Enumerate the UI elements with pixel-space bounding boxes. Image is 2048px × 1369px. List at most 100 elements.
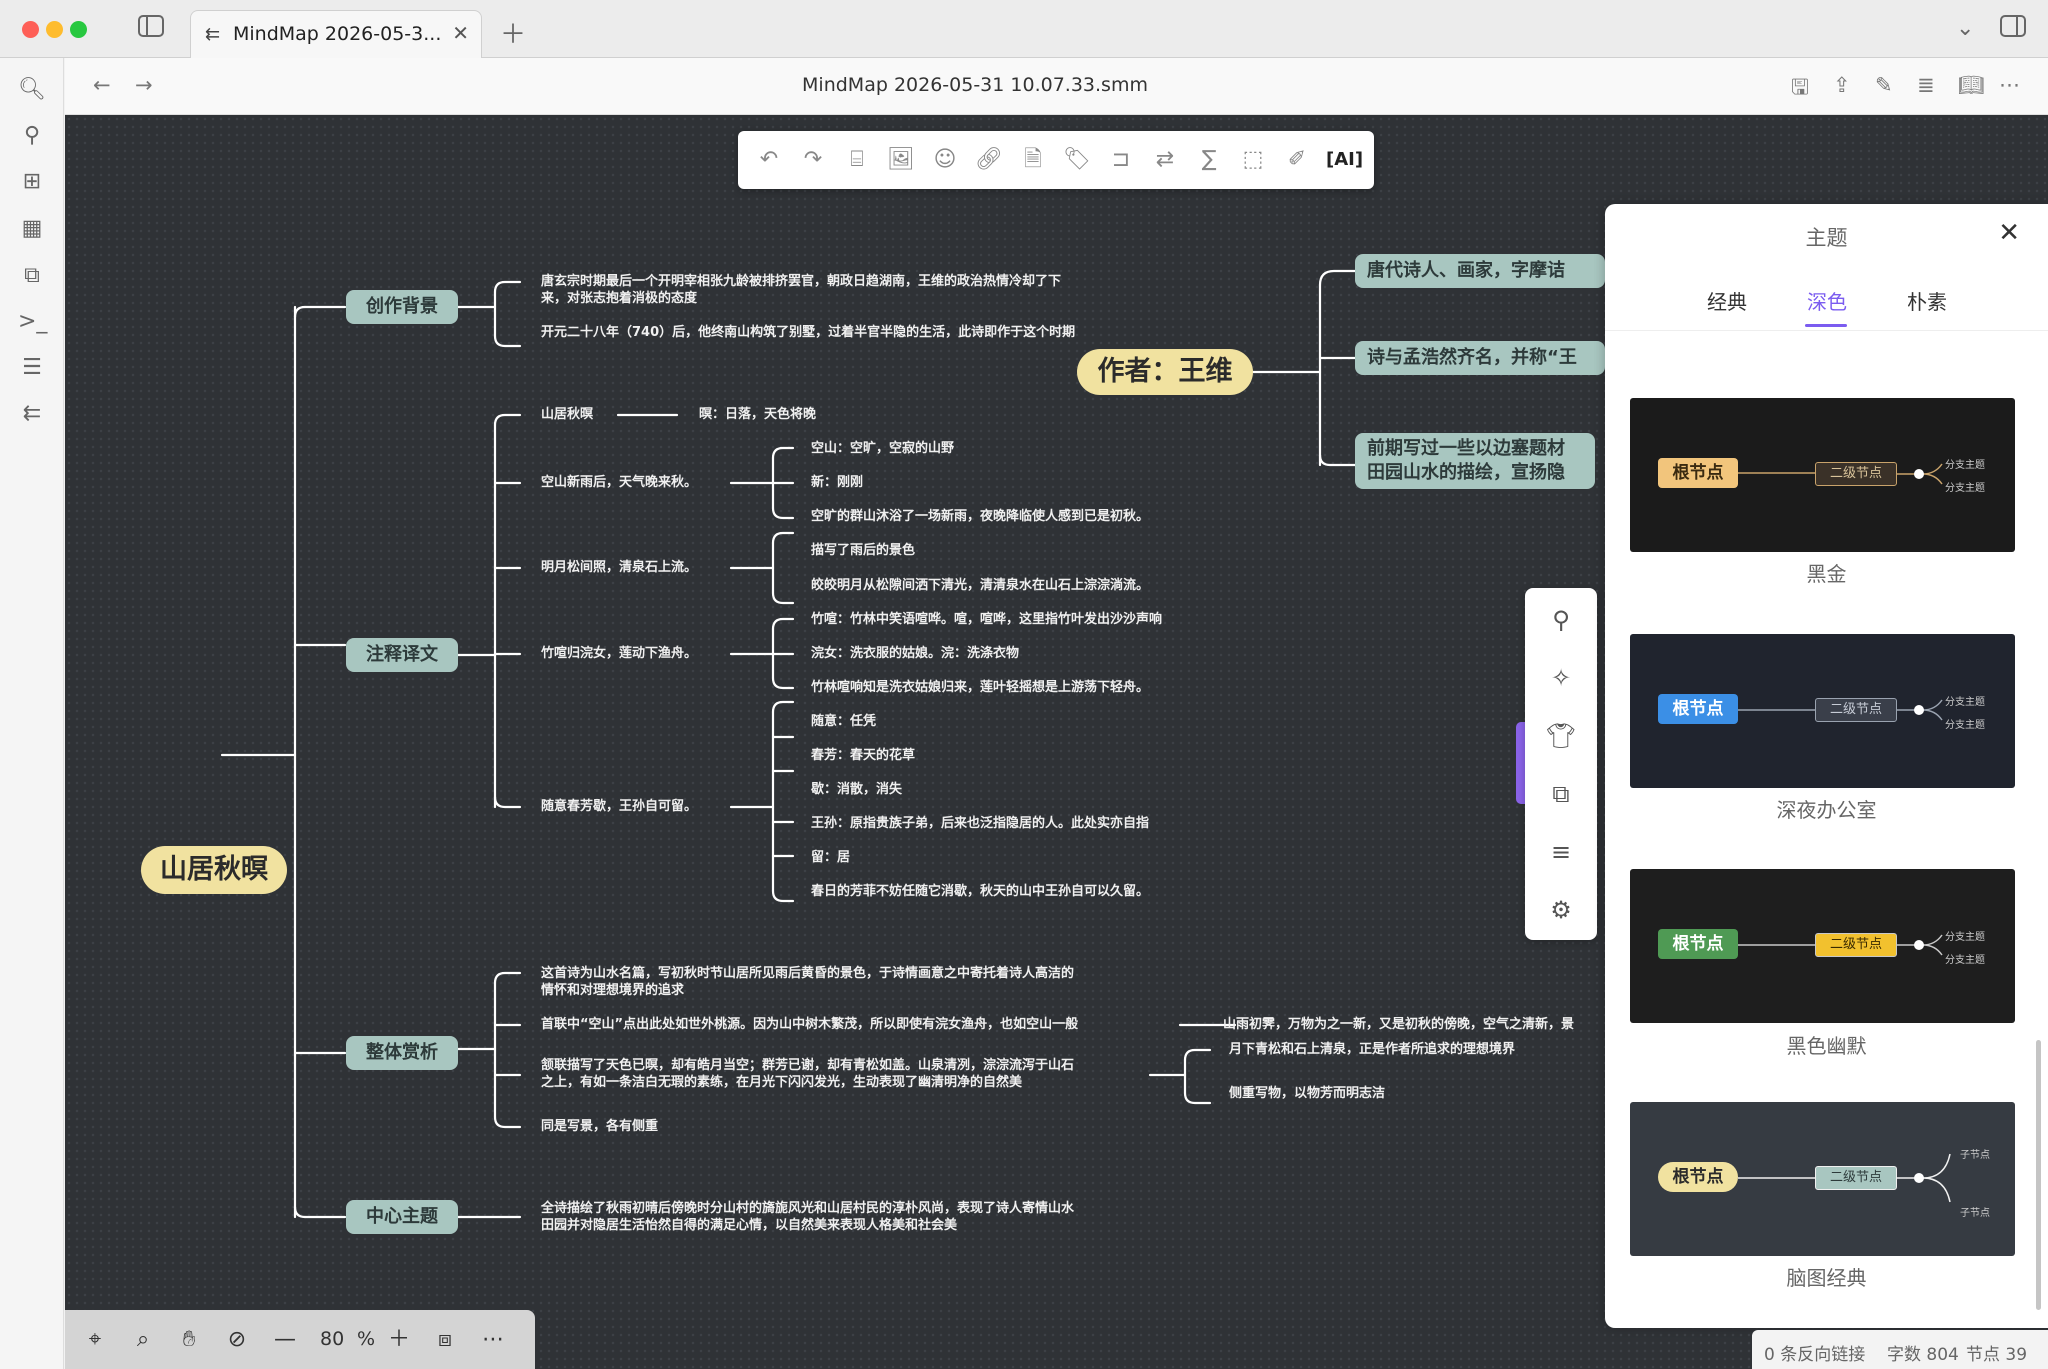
- branch-node-theme[interactable]: 中心主题: [346, 1200, 458, 1234]
- author-node[interactable]: 作者：王维: [1077, 349, 1253, 395]
- save-icon[interactable]: 🖫: [1791, 73, 1809, 108]
- text-node[interactable]: 侧重写物，以物芳而明志洁: [1229, 1085, 1385, 1102]
- pin-icon[interactable]: ⚲: [1545, 604, 1577, 636]
- text-node[interactable]: 暝：日落，天色将晚: [699, 406, 816, 423]
- annotation-pen-icon[interactable]: ✐: [1282, 145, 1312, 175]
- magic-wand-icon[interactable]: ✧: [1545, 662, 1577, 694]
- text-node[interactable]: 竹林喧响知是洗衣姑娘归来，莲叶轻摇想是上游荡下轻舟。: [811, 679, 1149, 696]
- more-options-icon[interactable]: ⋯: [1999, 73, 2020, 97]
- text-node[interactable]: 王孙：原指贵族子弟，后来也泛指隐居的人。此处实亦自指: [811, 815, 1149, 832]
- export-icon[interactable]: ⇪: [1833, 73, 1851, 97]
- emoji-icon[interactable]: ☺: [930, 145, 960, 175]
- new-tab-icon[interactable]: ＋: [500, 14, 526, 51]
- text-node[interactable]: 空旷的群山沐浴了一场新雨，夜晚降临使人感到已是初秋。: [811, 508, 1149, 525]
- theme-shirt-icon[interactable]: 👕︎: [1545, 720, 1577, 752]
- root-node[interactable]: 山居秋暝: [141, 846, 287, 894]
- chevron-down-icon[interactable]: ⌄: [1956, 16, 1974, 41]
- text-node[interactable]: 山居秋暝: [541, 406, 593, 423]
- author-child-node[interactable]: 诗与孟浩然齐名，并称“王: [1355, 341, 1605, 375]
- theme-card[interactable]: 根节点 二级节点 分支主题 分支主题: [1630, 634, 2015, 788]
- copy-icon[interactable]: ⧉: [18, 262, 46, 290]
- link-icon[interactable]: 🔗︎: [974, 145, 1004, 175]
- author-child-node[interactable]: 唐代诗人、画家，字摩诘: [1355, 254, 1605, 288]
- undo-icon[interactable]: ↶: [754, 145, 784, 175]
- calendar-icon[interactable]: ▦: [18, 215, 46, 243]
- compass-icon[interactable]: ⊘: [223, 1326, 251, 1354]
- note-icon[interactable]: 🗎: [1018, 145, 1048, 175]
- zoom-in-icon[interactable]: ＋: [385, 1326, 413, 1354]
- text-node[interactable]: 竹喧：竹林中笑语喧哗。喧，喧哗，这里指竹叶发出沙沙声响: [811, 611, 1162, 628]
- zoom-level[interactable]: 80: [320, 1328, 344, 1350]
- settings-icon[interactable]: ⚙: [1545, 894, 1577, 926]
- outline-list-icon[interactable]: ≡: [1545, 836, 1577, 868]
- theme-card[interactable]: 根节点 二级节点 分支主题 分支主题: [1630, 398, 2015, 552]
- edit-icon[interactable]: ✎: [1875, 73, 1893, 97]
- close-window-button[interactable]: [22, 21, 39, 38]
- outline-icon[interactable]: ≣: [1917, 73, 1935, 97]
- text-node[interactable]: 空山新雨后，天气晚来秋。: [541, 474, 697, 491]
- text-node[interactable]: 随意：任凭: [811, 713, 876, 730]
- text-node[interactable]: 歇：消散，消失: [811, 781, 902, 798]
- theme-card[interactable]: 根节点 二级节点 子节点 子节点: [1630, 1102, 2015, 1256]
- text-node[interactable]: 皎皎明月从松隙间洒下清光，清清泉水在山石上淙淙淌流。: [811, 577, 1149, 594]
- more-icon[interactable]: ⋯: [479, 1326, 507, 1354]
- zoom-out-icon[interactable]: —: [271, 1326, 299, 1354]
- text-node[interactable]: 留：居: [811, 849, 850, 866]
- branch-node-background[interactable]: 创作背景: [346, 290, 458, 324]
- hand-icon[interactable]: ✋︎: [175, 1326, 203, 1354]
- text-node[interactable]: 这首诗为山水名篇，写初秋时节山居所见雨后黄昏的景色，于诗情画意之中寄托着诗人高洁…: [541, 965, 1074, 999]
- branch-node-annotation[interactable]: 注释译文: [346, 638, 458, 672]
- branch-node-appreciation[interactable]: 整体赏析: [346, 1036, 458, 1070]
- relation-line-icon[interactable]: ⇄: [1150, 145, 1180, 175]
- text-node[interactable]: 新：刚刚: [811, 474, 863, 491]
- book-icon[interactable]: 📖︎: [1958, 73, 1985, 98]
- maximize-window-button[interactable]: [70, 21, 87, 38]
- text-node[interactable]: 唐玄宗时期最后一个开明宰相张九龄被排挤罢官，朝政日趋湖南，王维的政治热情冷却了下…: [541, 273, 1061, 307]
- text-node[interactable]: 首联中“空山”点出此处如世外桃源。因为山中树木繁茂，所以即使有浣女渔舟，也如空山…: [541, 1016, 1078, 1033]
- text-node[interactable]: 春芳：春天的花草: [811, 747, 915, 764]
- formula-icon[interactable]: ∑: [1194, 145, 1224, 175]
- text-node[interactable]: 月下青松和石上清泉，正是作者所追求的理想境界: [1229, 1041, 1515, 1058]
- terminal-icon[interactable]: >_: [18, 308, 47, 336]
- graph-icon[interactable]: ⚲: [18, 122, 46, 150]
- locate-center-icon[interactable]: ⌖: [81, 1326, 109, 1354]
- outer-frame-icon[interactable]: ⬚: [1238, 145, 1268, 175]
- text-node[interactable]: 开元二十八年（740）后，他终南山构筑了别墅，过着半官半隐的生活，此诗即作于这个…: [541, 324, 1075, 341]
- text-node[interactable]: 描写了雨后的景色: [811, 542, 915, 559]
- close-tab-icon[interactable]: ✕: [452, 21, 469, 45]
- mindmap-outline-icon[interactable]: ⇇: [18, 400, 46, 428]
- grid-icon[interactable]: ⊞: [18, 168, 46, 196]
- minimize-window-button[interactable]: [46, 21, 63, 38]
- text-node[interactable]: 浣女：洗衣服的姑娘。浣：洗涤衣物: [811, 645, 1019, 662]
- list-icon[interactable]: ☰: [18, 354, 46, 382]
- tab-classic[interactable]: 经典: [1707, 286, 1747, 315]
- backlinks-count[interactable]: 0 条反向链接: [1764, 1340, 1865, 1365]
- panel-scrollbar[interactable]: [2036, 1040, 2041, 1310]
- image-icon[interactable]: 🖼︎: [886, 145, 916, 175]
- search-icon[interactable]: ⌕: [129, 1326, 157, 1354]
- summary-icon[interactable]: ⊐: [1106, 145, 1136, 175]
- presentation-icon[interactable]: ⧈: [431, 1326, 459, 1354]
- text-node[interactable]: 竹喧归浣女，莲动下渔舟。: [541, 645, 697, 662]
- ai-icon[interactable]: [AI]: [1326, 145, 1363, 175]
- sidebar-toggle-icon[interactable]: [138, 14, 164, 44]
- tab-simple[interactable]: 朴素: [1907, 286, 1947, 315]
- search-file-icon[interactable]: 🔍︎: [18, 76, 46, 104]
- author-child-node[interactable]: 前期写过一些以边塞题材 田园山水的描绘，宣扬隐: [1355, 433, 1595, 489]
- text-node[interactable]: 颔联描写了天色已暝，却有皓月当空；群芳已谢，却有青松如盖。山泉清冽，淙淙流泻于山…: [541, 1057, 1074, 1091]
- text-node[interactable]: 春日的芳菲不妨任随它消歇，秋天的山中王孙自可以久留。: [811, 883, 1149, 900]
- text-node[interactable]: 全诗描绘了秋雨初晴后傍晚时分山村的旖旎风光和山居村民的淳朴风尚，表现了诗人寄情山…: [541, 1200, 1074, 1234]
- structure-icon[interactable]: ⧉: [1545, 778, 1577, 810]
- theme-card[interactable]: 根节点 二级节点 分支主题 分支主题: [1630, 869, 2015, 1023]
- tab-mindmap[interactable]: ⇇ MindMap 2026-05-3... ✕: [190, 10, 482, 58]
- tag-icon[interactable]: 🏷︎: [1062, 145, 1092, 175]
- format-painter-icon[interactable]: ⌸: [842, 145, 872, 175]
- tab-dark[interactable]: 深色: [1807, 286, 1847, 315]
- text-node[interactable]: 明月松间照，清泉石上流。: [541, 559, 697, 576]
- close-panel-icon[interactable]: ✕: [1998, 218, 2020, 248]
- text-node[interactable]: 空山：空旷，空寂的山野: [811, 440, 954, 457]
- text-node[interactable]: 山雨初霁，万物为之一新，又是初秋的傍晚，空气之清新，景: [1223, 1016, 1663, 1033]
- redo-icon[interactable]: ↷: [798, 145, 828, 175]
- text-node[interactable]: 同是写景，各有侧重: [541, 1118, 658, 1135]
- right-sidebar-toggle-icon[interactable]: [2000, 14, 2026, 44]
